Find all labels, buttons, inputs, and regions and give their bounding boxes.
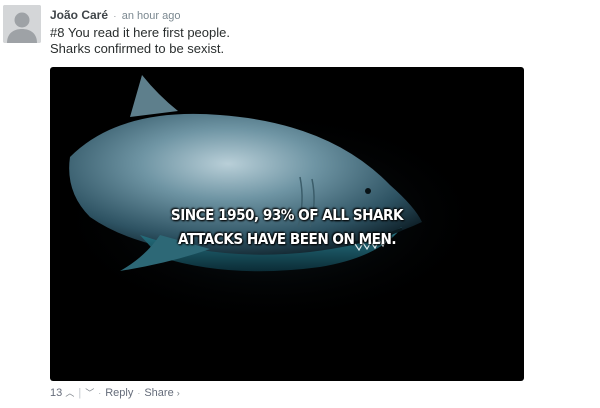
author-name[interactable]: João Caré	[50, 8, 108, 22]
user-placeholder-icon	[3, 5, 41, 43]
share-label: Share	[144, 386, 174, 399]
image-caption: SINCE 1950, 93% OF ALL SHARK ATTACKS HAV…	[50, 203, 524, 251]
footer-dot-2: ·	[137, 387, 141, 398]
comment-image[interactable]: SINCE 1950, 93% OF ALL SHARK ATTACKS HAV…	[50, 67, 524, 381]
comment-line-2: Sharks confirmed to be sexist.	[50, 41, 225, 56]
avatar[interactable]	[3, 5, 41, 43]
caption-line-2: ATTACKS HAVE BEEN ON MEN.	[178, 230, 397, 248]
reply-link[interactable]: Reply	[105, 387, 133, 399]
header-separator: ·	[113, 11, 117, 21]
vote-divider: |	[78, 386, 82, 399]
comment-footer: 13 ︿ | ﹀ · Reply · Share ›	[50, 386, 180, 400]
comment-body: #8 You read it here first people. Sharks…	[50, 25, 230, 57]
comment-timestamp[interactable]: an hour ago	[122, 10, 181, 22]
share-link[interactable]: Share ›	[144, 387, 179, 399]
chevron-right-icon: ›	[176, 387, 180, 398]
chevron-down-icon[interactable]: ﹀	[85, 386, 94, 399]
comment-line-1: #8 You read it here first people.	[50, 25, 230, 40]
upvote-count: 13	[50, 387, 63, 399]
caption-line-1: SINCE 1950, 93% OF ALL SHARK	[170, 206, 404, 224]
upvote-button[interactable]: 13 ︿	[50, 386, 74, 399]
comment-header: João Caré · an hour ago	[50, 8, 180, 22]
chevron-up-icon: ︿	[65, 388, 75, 398]
footer-dot-1: ·	[98, 387, 102, 398]
